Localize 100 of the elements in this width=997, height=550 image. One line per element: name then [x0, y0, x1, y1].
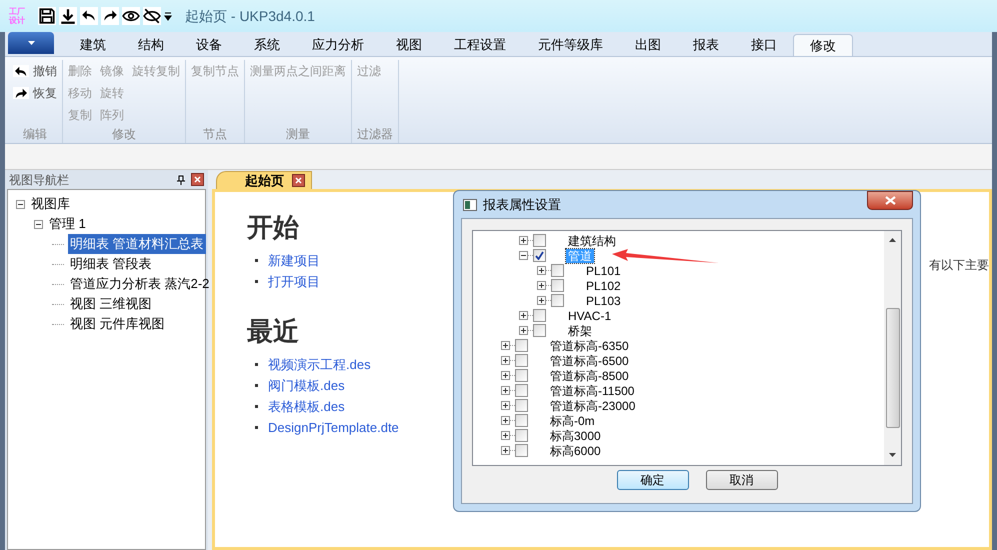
group-label: 节点 [202, 126, 228, 143]
dialog-button[interactable]: 确定 [616, 470, 688, 490]
tree-item[interactable]: 标高-0m [548, 414, 597, 428]
scroll-thumb[interactable] [886, 308, 900, 428]
checkbox[interactable] [515, 414, 528, 427]
tree-item[interactable]: 明细表 管道材料汇总表 [68, 234, 206, 254]
expand-icon[interactable] [519, 311, 528, 320]
link[interactable]: 打开项目 [268, 272, 320, 292]
tree-item[interactable]: 管道标高-8500 [548, 368, 631, 382]
ribbon-tab[interactable]: 设备 [180, 34, 238, 56]
ribbon-tab[interactable]: 接口 [735, 34, 793, 56]
expand-icon[interactable] [519, 236, 528, 245]
expand-icon[interactable] [501, 356, 510, 365]
ribbon-tab[interactable]: 结构 [122, 34, 180, 56]
expand-icon[interactable] [501, 371, 510, 380]
expand-icon[interactable] [501, 386, 510, 395]
scroll-up-icon[interactable] [889, 238, 896, 242]
checkbox[interactable] [551, 294, 564, 307]
tree-item[interactable]: 标高6000 [548, 444, 603, 458]
close-icon[interactable] [292, 174, 305, 187]
link[interactable]: 表格模板.des [268, 396, 345, 416]
checkbox[interactable] [515, 354, 528, 367]
checkbox[interactable] [533, 309, 546, 322]
expand-icon[interactable] [519, 326, 528, 335]
close-button[interactable] [867, 191, 913, 210]
undo-icon[interactable] [80, 7, 98, 25]
expand-icon[interactable] [537, 281, 546, 290]
tree-item[interactable]: PL103 [584, 294, 623, 308]
tree-item[interactable]: PL102 [584, 278, 623, 292]
checkbox[interactable] [551, 264, 564, 277]
document-tab[interactable]: 起始页 [216, 171, 312, 189]
hidden-eye-icon[interactable] [143, 7, 161, 25]
checkbox[interactable] [515, 384, 528, 397]
bullet-icon [255, 384, 258, 387]
expand-icon[interactable] [501, 341, 510, 350]
ribbon-button[interactable]: 恢复 [13, 82, 57, 103]
checkbox[interactable] [515, 399, 528, 412]
expand-icon[interactable] [501, 431, 510, 440]
tree-item[interactable]: 管道标高-11500 [548, 384, 636, 398]
link[interactable]: DesignPrjTemplate.dte [268, 418, 399, 438]
expand-icon[interactable] [537, 266, 546, 275]
redo-icon[interactable] [101, 7, 119, 25]
checkbox[interactable] [533, 234, 546, 247]
tree-item[interactable]: PL101 [584, 264, 623, 278]
tree-item[interactable]: 建筑结构 [566, 234, 618, 248]
link[interactable]: 新建项目 [268, 250, 320, 270]
ribbon-tab[interactable]: 建筑 [64, 34, 122, 56]
caret-icon[interactable] [164, 11, 172, 21]
ribbon-tab[interactable]: 系统 [238, 34, 296, 56]
collapse-icon[interactable] [16, 200, 25, 208]
group-label: 过滤器 [357, 126, 393, 143]
close-icon[interactable] [191, 173, 204, 186]
ribbon-tab[interactable]: 报表 [677, 34, 735, 56]
pin-icon[interactable] [177, 174, 185, 184]
ribbon-tab[interactable]: 元件等级库 [522, 34, 619, 56]
tree-item[interactable]: 管道应力分析表 蒸汽2-2 [68, 274, 212, 294]
tree-item[interactable]: 标高3000 [548, 428, 603, 442]
tree-item[interactable]: 管理 1 [47, 214, 88, 234]
collapse-icon[interactable] [34, 220, 43, 228]
checkbox[interactable] [533, 324, 546, 337]
expand-icon[interactable] [501, 446, 510, 455]
link[interactable]: 阀门模板.des [268, 376, 345, 396]
expand-icon[interactable] [537, 296, 546, 305]
scrollbar[interactable] [884, 231, 901, 465]
ribbon-tab[interactable]: 应力分析 [296, 34, 380, 56]
dialog-button[interactable]: 取消 [706, 470, 778, 490]
group-label: 修改 [111, 126, 137, 143]
app-menu-button[interactable] [8, 32, 54, 54]
ribbon-tab[interactable]: 工程设置 [438, 34, 522, 56]
collapse-icon[interactable] [519, 251, 528, 260]
section-heading: 开始 [247, 211, 299, 244]
ribbon-tab[interactable]: 出图 [619, 34, 677, 56]
tree-item[interactable]: 视图 元件库视图 [68, 314, 167, 334]
tree-item[interactable]: 桥架 [566, 324, 594, 338]
checkbox[interactable] [533, 249, 546, 262]
window-title: 起始页 - UKP3d4.0.1 [185, 6, 315, 26]
tree-item[interactable]: 视图 三维视图 [68, 294, 154, 314]
tree-item[interactable]: 明细表 管段表 [68, 254, 154, 274]
eye-icon[interactable] [122, 7, 140, 25]
scroll-down-icon[interactable] [889, 453, 896, 457]
checkbox[interactable] [551, 279, 564, 292]
checkbox[interactable] [515, 444, 528, 457]
download-icon[interactable] [59, 7, 77, 25]
save-icon[interactable] [38, 7, 56, 25]
expand-icon[interactable] [501, 416, 510, 425]
ribbon-tab[interactable]: 修改 [793, 34, 853, 56]
ribbon-tab[interactable]: 视图 [380, 34, 438, 56]
ribbon-button[interactable]: 撤销 [13, 60, 57, 81]
check-icon [535, 251, 544, 260]
checkbox[interactable] [515, 339, 528, 352]
tree-item[interactable]: 管道标高-6350 [548, 338, 631, 352]
link[interactable]: 视频演示工程.des [268, 354, 371, 374]
panel-title: 视图导航栏 [9, 172, 70, 188]
checkbox[interactable] [515, 429, 528, 442]
tree-item[interactable]: 管道标高-23000 [548, 398, 638, 412]
tree-item[interactable]: 管道标高-6500 [548, 354, 631, 368]
checkbox[interactable] [515, 369, 528, 382]
tree-item[interactable]: 视图库 [29, 194, 72, 214]
expand-icon[interactable] [501, 401, 510, 410]
tree-item[interactable]: HVAC-1 [566, 308, 614, 322]
